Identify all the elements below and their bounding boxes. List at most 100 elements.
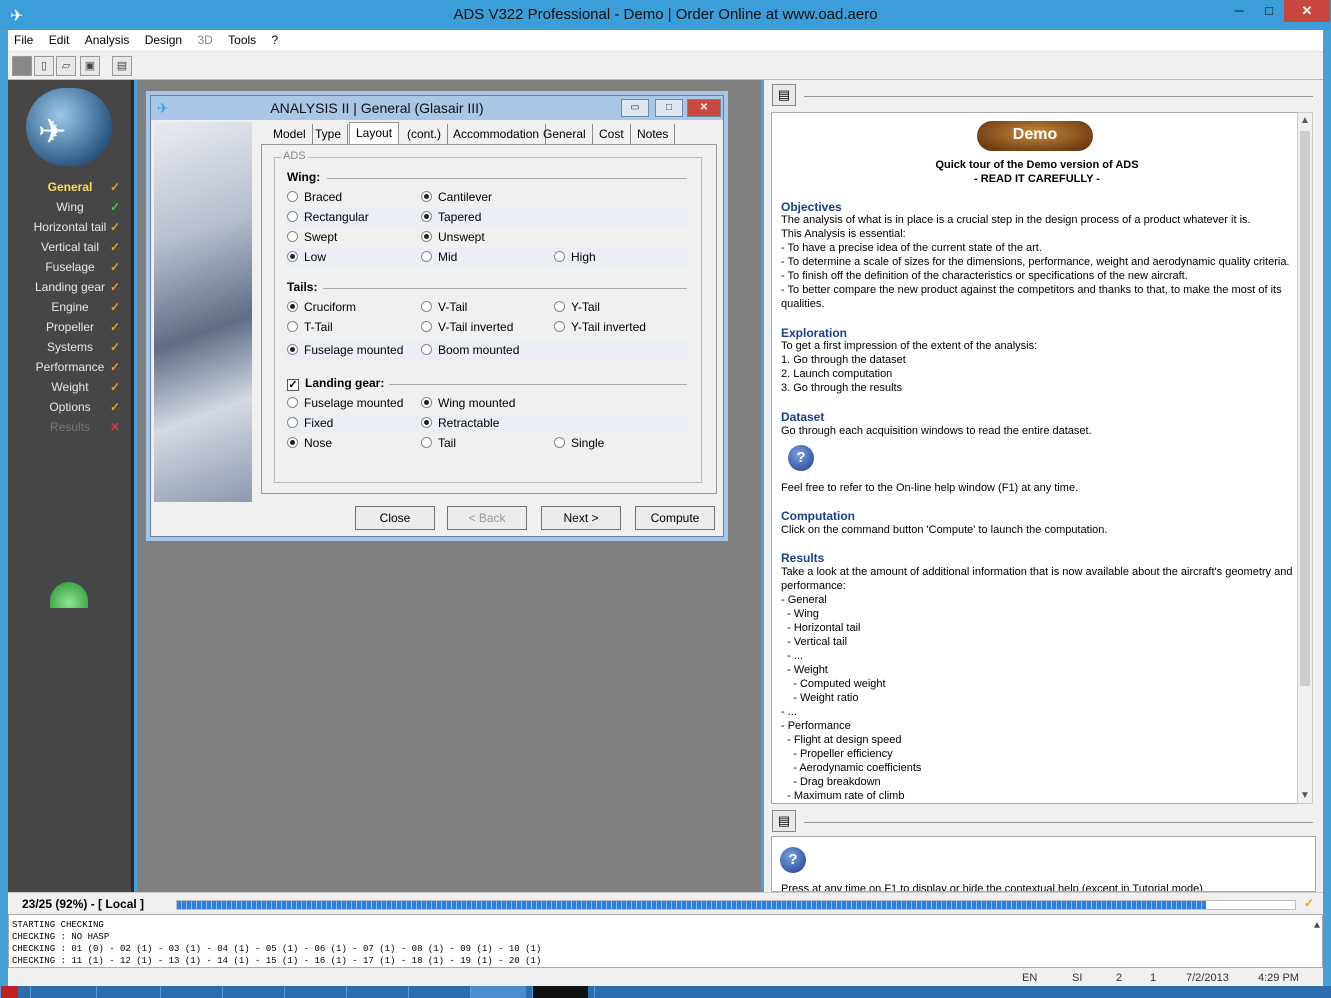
- gear-single-radio[interactable]: Single: [554, 436, 604, 452]
- tab-model[interactable]: Model: [267, 124, 313, 144]
- gear-retractable-radio[interactable]: Retractable: [421, 416, 499, 432]
- nav-item-performance[interactable]: Performance ✓: [8, 360, 134, 380]
- tails-cruciform-radio[interactable]: Cruciform: [287, 300, 356, 316]
- tails-vtail-inverted-radio[interactable]: V-Tail inverted: [421, 320, 513, 336]
- menu-design[interactable]: Design: [139, 30, 188, 50]
- wing-rectangular-radio[interactable]: Rectangular: [287, 210, 369, 226]
- taskbar-app-icon[interactable]: [30, 986, 86, 998]
- scroll-thumb[interactable]: [1300, 131, 1310, 686]
- printer-icon[interactable]: ▤: [112, 56, 132, 76]
- wing-low-radio[interactable]: Low: [287, 250, 326, 266]
- dialog-minimize-button[interactable]: ▭: [621, 99, 649, 117]
- wing-swept-radio[interactable]: Swept: [287, 230, 337, 246]
- maximize-button[interactable]: □: [1254, 0, 1284, 22]
- nav-item-vertical-tail[interactable]: Vertical tail ✓: [8, 240, 134, 260]
- nav-item-fuselage[interactable]: Fuselage ✓: [8, 260, 134, 280]
- radio-icon: [421, 321, 432, 332]
- menu-tools[interactable]: Tools: [222, 30, 262, 50]
- radio-selected-icon: [421, 231, 432, 242]
- close-button[interactable]: ✕: [1284, 0, 1330, 22]
- taskbar-app-icon[interactable]: [532, 986, 588, 998]
- taskbar-app-icon[interactable]: [160, 986, 216, 998]
- tails-vtail-radio[interactable]: V-Tail: [421, 300, 467, 316]
- menu-help[interactable]: ?: [266, 30, 285, 50]
- radio-icon: [554, 437, 565, 448]
- nav-item-weight[interactable]: Weight ✓: [8, 380, 134, 400]
- menu-bar: File Edit Analysis Design 3D Tools ?: [8, 30, 1323, 52]
- landing-gear-checkbox[interactable]: ✓ Landing gear:: [287, 376, 384, 391]
- scroll-down-icon[interactable]: ▼: [1298, 790, 1312, 801]
- option-label: High: [571, 250, 596, 264]
- next-button[interactable]: Next >: [541, 506, 621, 530]
- menu-file[interactable]: File: [8, 30, 39, 50]
- taskbar-app-icon[interactable]: [408, 986, 464, 998]
- question-icon[interactable]: ?: [788, 445, 814, 471]
- dialog-close-button[interactable]: ✕: [687, 99, 721, 117]
- nav-item-horizontal-tail[interactable]: Horizontal tail ✓: [8, 220, 134, 240]
- tails-ttail-radio[interactable]: T-Tail: [287, 320, 333, 336]
- taskbar-app-icon[interactable]: [470, 986, 526, 998]
- nav-item-landing-gear[interactable]: Landing gear ✓: [8, 280, 134, 300]
- nav-item-systems[interactable]: Systems ✓: [8, 340, 134, 360]
- nav-item-general[interactable]: General ✓: [8, 180, 134, 200]
- tab-general[interactable]: General: [537, 124, 593, 144]
- dialog-maximize-button[interactable]: □: [655, 99, 683, 117]
- nav-item-engine[interactable]: Engine ✓: [8, 300, 134, 320]
- scroll-up-icon[interactable]: ▲: [1314, 921, 1320, 933]
- tails-ytail-inverted-radio[interactable]: Y-Tail inverted: [554, 320, 646, 336]
- save-icon[interactable]: ▣: [80, 56, 100, 76]
- taskbar-app-icon[interactable]: [284, 986, 340, 998]
- scroll-up-icon[interactable]: ▲: [1298, 115, 1312, 126]
- results-line: - Performance: [781, 720, 851, 732]
- radio-icon: [287, 321, 298, 332]
- tab-notes[interactable]: Notes: [631, 124, 676, 144]
- wing-mid-radio[interactable]: Mid: [421, 250, 457, 266]
- gear-fixed-radio[interactable]: Fixed: [287, 416, 333, 432]
- globe-icon[interactable]: [50, 582, 88, 608]
- taskbar-app-icon[interactable]: [0, 986, 18, 998]
- back-button[interactable]: < Back: [447, 506, 527, 530]
- printer-icon[interactable]: ▤: [772, 84, 796, 106]
- menu-3d[interactable]: 3D: [191, 30, 218, 50]
- tab-cont[interactable]: (cont.): [401, 124, 449, 144]
- question-icon[interactable]: ?: [780, 847, 806, 873]
- taskbar-app-icon[interactable]: [96, 986, 152, 998]
- menu-edit[interactable]: Edit: [43, 30, 76, 50]
- gear-nose-radio[interactable]: Nose: [287, 436, 332, 452]
- new-file-icon[interactable]: ▯: [34, 56, 54, 76]
- wing-unswept-radio[interactable]: Unswept: [421, 230, 485, 246]
- gear-wing-mounted-radio[interactable]: Wing mounted: [421, 396, 515, 412]
- wing-high-radio[interactable]: High: [554, 250, 596, 266]
- tab-accommodation[interactable]: Accommodation: [447, 124, 547, 144]
- option-label: Low: [304, 250, 327, 264]
- status-field-a: 2: [1116, 972, 1123, 984]
- wing-braced-radio[interactable]: Braced: [287, 190, 342, 206]
- tails-fuselage-mounted-radio[interactable]: Fuselage mounted: [287, 343, 403, 359]
- wing-tapered-radio[interactable]: Tapered: [421, 210, 481, 226]
- tab-cost[interactable]: Cost: [593, 124, 631, 144]
- taskbar-app-icon[interactable]: [594, 986, 650, 998]
- stop-icon[interactable]: [12, 56, 32, 76]
- tab-layout[interactable]: Layout: [349, 122, 400, 144]
- menu-analysis[interactable]: Analysis: [79, 30, 136, 50]
- tails-boom-mounted-radio[interactable]: Boom mounted: [421, 343, 519, 359]
- nav-item-options[interactable]: Options ✓: [8, 400, 134, 420]
- open-folder-icon[interactable]: ▱: [56, 56, 76, 76]
- nav-item-results[interactable]: Results ✕: [8, 420, 134, 440]
- help-scrollbar[interactable]: ▲ ▼: [1297, 112, 1313, 804]
- minimize-button[interactable]: ─: [1224, 0, 1254, 22]
- tails-ytail-radio[interactable]: Y-Tail: [554, 300, 600, 316]
- printer-icon[interactable]: ▤: [772, 810, 796, 832]
- nav-item-wing[interactable]: Wing ✓: [8, 200, 134, 220]
- wing-cantilever-radio[interactable]: Cantilever: [421, 190, 492, 206]
- taskbar-app-icon[interactable]: [222, 986, 278, 998]
- nav-item-propeller[interactable]: Propeller ✓: [8, 320, 134, 340]
- gear-tail-radio[interactable]: Tail: [421, 436, 456, 452]
- status-bar: EN SI 2 1 7/2/2013 4:29 PM: [8, 968, 1323, 988]
- gear-fuselage-mounted-radio[interactable]: Fuselage mounted: [287, 396, 403, 412]
- close-dialog-button[interactable]: Close: [355, 506, 435, 530]
- compute-button[interactable]: Compute: [635, 506, 715, 530]
- tab-type[interactable]: Type: [309, 124, 349, 144]
- time-status: 4:29 PM: [1258, 972, 1299, 984]
- taskbar-app-icon[interactable]: [346, 986, 402, 998]
